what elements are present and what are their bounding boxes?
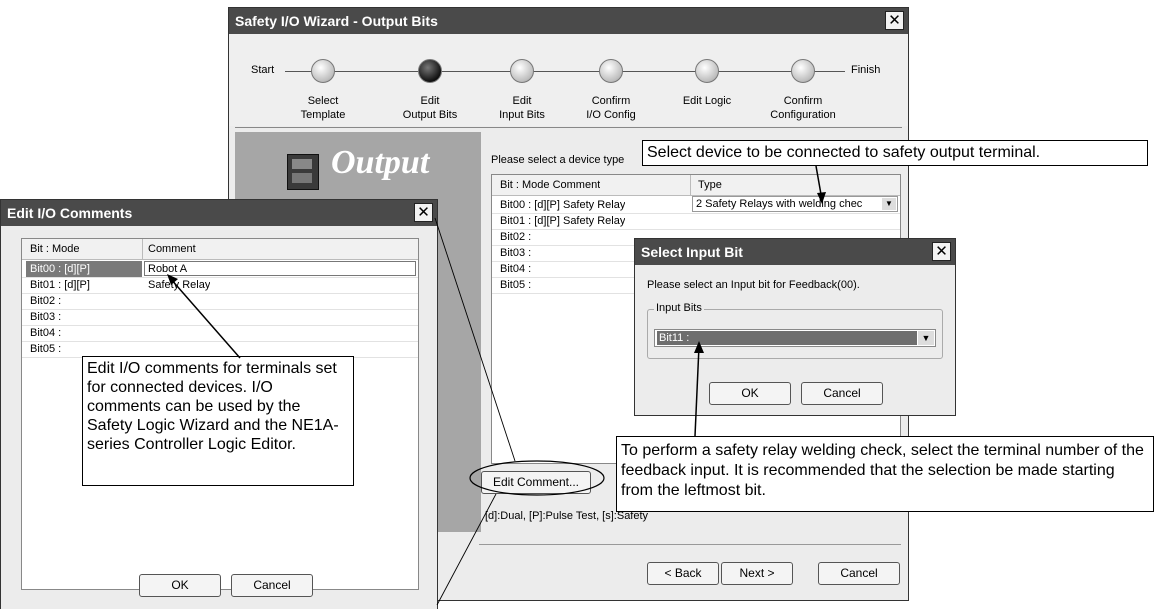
table-row[interactable]: Bit01 : [d][P] Safety Relay: [492, 213, 900, 230]
input-bit-selected-value: Bit11 :: [657, 331, 917, 345]
edit-comment-button[interactable]: Edit Comment...: [481, 471, 591, 494]
close-icon[interactable]: ✕: [932, 242, 951, 261]
step-label-confirm-configuration: Confirm Configuration: [770, 95, 836, 121]
table-row[interactable]: Bit01 : [d][P] Safety Relay: [22, 277, 418, 294]
wizard-title-bar: Safety I/O Wizard - Output Bits ✕: [229, 8, 908, 34]
steps-track-line: [285, 71, 845, 72]
header-bit-mode: Bit : Mode: [30, 243, 80, 255]
step-select-template[interactable]: [311, 59, 335, 83]
callout-select-device: Select device to be connected to safety …: [642, 140, 1148, 166]
callout-edit-comments: Edit I/O comments for terminals set for …: [82, 356, 354, 486]
row-bit: Bit01 : [d][P] Safety Relay: [500, 215, 626, 227]
ok-button[interactable]: OK: [709, 382, 791, 405]
step-label-confirm-io-config: Confirm I/O Config: [586, 95, 636, 121]
step-confirm-configuration[interactable]: [791, 59, 815, 83]
input-bits-group: Input Bits Bit11 : ▼: [647, 302, 943, 359]
step-finish-label: Finish: [851, 64, 881, 76]
controller-device-icon: [287, 154, 319, 190]
row-bit: Bit00 : [d][P] Safety Relay: [500, 199, 626, 211]
input-bits-group-label: Input Bits: [654, 302, 704, 314]
select-input-title-bar: Select Input Bit ✕: [635, 239, 955, 265]
wizard-steps: Start Finish Select Template Edit Output B…: [229, 34, 908, 126]
select-input-title: Select Input Bit: [641, 244, 743, 260]
device-type-prompt: Please select a device type: [491, 154, 625, 166]
output-banner-title: Output: [331, 144, 430, 181]
row-bit: Bit01 : [d][P]: [30, 279, 90, 291]
step-confirm-io-config[interactable]: [599, 59, 623, 83]
step-edit-input-bits[interactable]: [510, 59, 534, 83]
comment-input[interactable]: Robot A: [144, 261, 416, 276]
select-input-bit-dialog: Select Input Bit ✕ Please select an Inpu…: [634, 238, 956, 416]
dropdown-arrow-icon[interactable]: ▼: [882, 198, 896, 210]
steps-divider: [235, 127, 902, 128]
row-bit: Bit03 :: [500, 247, 532, 259]
close-icon[interactable]: ✕: [885, 11, 904, 30]
row-bit: Bit04 :: [30, 327, 62, 339]
device-type-value: 2 Safety Relays with welding chec: [696, 198, 863, 210]
step-label-select-template: Select Template: [300, 95, 346, 121]
step-label-edit-input-bits: Edit Input Bits: [499, 95, 545, 121]
edit-comments-title: Edit I/O Comments: [7, 205, 133, 221]
table-row[interactable]: Bit00 : [d][P] Robot A: [22, 261, 418, 278]
header-bit-mode-comment: Bit : Mode Comment: [500, 179, 601, 191]
row-bit-selected: Bit00 : [d][P]: [26, 261, 142, 277]
cancel-button[interactable]: Cancel: [818, 562, 900, 585]
footer-divider: [479, 544, 901, 545]
edit-comments-title-bar: Edit I/O Comments ✕: [1, 200, 437, 226]
row-bit: Bit02 :: [30, 295, 62, 307]
close-icon[interactable]: ✕: [414, 203, 433, 222]
callout-feedback-input: To perform a safety relay welding check,…: [616, 436, 1154, 512]
row-comment: Safety Relay: [148, 279, 211, 291]
step-edit-logic[interactable]: [695, 59, 719, 83]
back-button[interactable]: < Back: [647, 562, 719, 585]
select-input-prompt: Please select an Input bit for Feedback(…: [647, 279, 860, 291]
device-type-select[interactable]: 2 Safety Relays with welding chec ▼: [692, 196, 898, 212]
ok-button[interactable]: OK: [139, 574, 221, 597]
cancel-button[interactable]: Cancel: [801, 382, 883, 405]
header-type: Type: [698, 179, 722, 191]
row-bit: Bit05 :: [500, 279, 532, 291]
step-edit-output-bits[interactable]: [418, 59, 442, 83]
table-row[interactable]: Bit02 :: [22, 293, 418, 310]
comments-table-header: Bit : Mode Comment: [22, 239, 418, 260]
step-label-edit-logic: Edit Logic: [682, 95, 732, 107]
table-header: Bit : Mode Comment Type: [492, 175, 900, 196]
input-bit-select[interactable]: Bit11 : ▼: [654, 329, 936, 347]
dropdown-arrow-icon[interactable]: ▼: [918, 331, 934, 345]
row-bit: Bit04 :: [500, 263, 532, 275]
header-comment: Comment: [148, 243, 196, 255]
step-start-label: Start: [251, 64, 275, 76]
next-button[interactable]: Next >: [721, 562, 793, 585]
comment-input-value: Robot A: [148, 263, 188, 275]
wizard-title: Safety I/O Wizard - Output Bits: [235, 13, 438, 29]
table-row[interactable]: Bit03 :: [22, 309, 418, 326]
cancel-button[interactable]: Cancel: [231, 574, 313, 597]
table-row[interactable]: Bit00 : [d][P] Safety Relay 2 Safety Rel…: [492, 196, 900, 214]
row-bit: Bit02 :: [500, 231, 532, 243]
row-bit: Bit03 :: [30, 311, 62, 323]
table-row[interactable]: Bit04 :: [22, 325, 418, 342]
step-label-edit-output-bits: Edit Output Bits: [402, 95, 458, 121]
row-bit: Bit05 :: [30, 343, 62, 355]
